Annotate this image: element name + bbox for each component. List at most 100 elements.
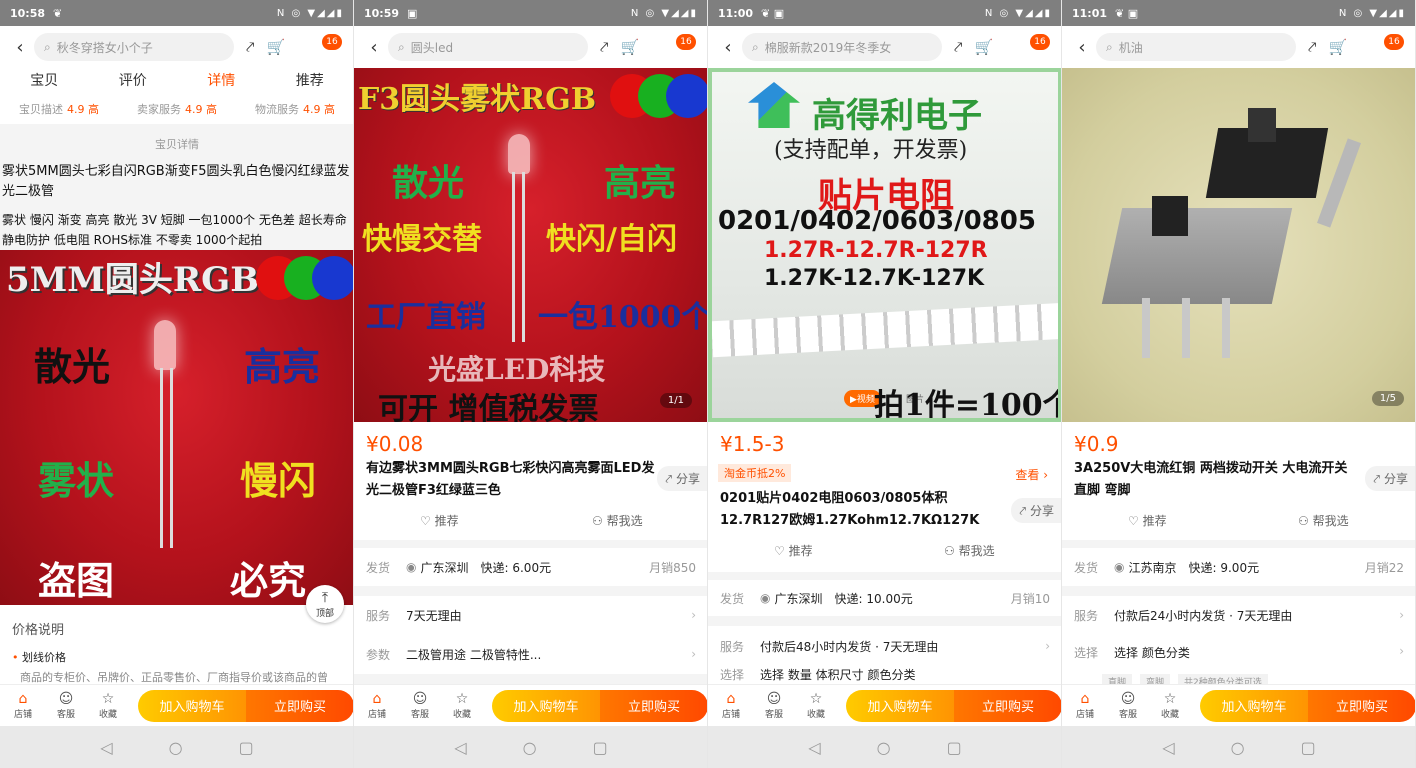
back-icon[interactable]: ‹ bbox=[6, 37, 34, 58]
location-icon: ◉ bbox=[406, 560, 417, 574]
add-to-cart-button[interactable]: 加入购物车 bbox=[846, 689, 954, 722]
shop-button[interactable]: ⌂ 店铺 bbox=[1062, 691, 1108, 720]
cart-icon[interactable]: 🛒 bbox=[266, 38, 285, 56]
help-me-choose-button[interactable]: ⚇ 帮我选 bbox=[592, 512, 643, 529]
nav-back-icon[interactable]: ◁ bbox=[100, 738, 112, 757]
help-me-choose-button[interactable]: ⚇ 帮我选 bbox=[944, 542, 995, 559]
shop-button[interactable]: ⌂ 店铺 bbox=[0, 691, 46, 720]
service-button[interactable]: ☺ 客服 bbox=[46, 691, 86, 720]
status-bar: 11:01 ❦ ▣ N ◎ ▼◢◢▮ bbox=[1062, 0, 1415, 26]
buy-now-button[interactable]: 立即购买 bbox=[1308, 689, 1415, 722]
image-text: 0201/0402/0603/0805 bbox=[718, 206, 1036, 236]
star-icon: ☆ bbox=[1163, 691, 1177, 707]
nav-home-icon[interactable]: ○ bbox=[1231, 738, 1245, 757]
favorite-button[interactable]: ☆ 收藏 bbox=[86, 691, 130, 720]
service-button[interactable]: ☺ 客服 bbox=[754, 691, 794, 720]
nav-recents-icon[interactable]: ▢ bbox=[947, 738, 962, 757]
shop-button[interactable]: ⌂ 店铺 bbox=[708, 691, 754, 720]
shop-button[interactable]: ⌂ 店铺 bbox=[354, 691, 400, 720]
favorite-button[interactable]: ☆ 收藏 bbox=[440, 691, 484, 720]
tab-reviews[interactable]: 评价 bbox=[119, 68, 147, 94]
thumb-icon: ♡ bbox=[774, 544, 785, 558]
select-row[interactable]: 选择 选择 数量 体积尺寸 颜色分类 bbox=[708, 666, 1061, 684]
buy-now-button[interactable]: 立即购买 bbox=[954, 689, 1061, 722]
image-text: 5MM圆头RGB bbox=[6, 260, 259, 300]
add-to-cart-button[interactable]: 加入购物车 bbox=[138, 689, 246, 722]
led-bulb bbox=[508, 134, 530, 174]
product-image[interactable]: F3圆头雾状RGB 散光 高亮 快慢交替 快闪/自闪 工厂直销 一包1000个 … bbox=[354, 68, 707, 422]
price-note-item: • 划线价格 bbox=[12, 649, 66, 665]
back-icon[interactable]: ‹ bbox=[714, 37, 742, 58]
select-row[interactable]: 选择 选择 颜色分类 › 直脚 弯脚 共2种颜色分类可选 bbox=[1062, 634, 1415, 689]
store-icon: ⌂ bbox=[18, 691, 28, 707]
service-row[interactable]: 服务 付款后24小时内发货 · 7天无理由 › bbox=[1062, 596, 1415, 634]
nav-home-icon[interactable]: ○ bbox=[523, 738, 537, 757]
product-image[interactable]: 5MM圆头RGB 散光 高亮 雾状 慢闪 盗图 必究 bbox=[0, 250, 353, 605]
video-label: 视频 bbox=[856, 395, 875, 405]
recommend-button[interactable]: ♡ 推荐 bbox=[420, 512, 459, 529]
share-button[interactable]: ⤤ 分享 bbox=[1011, 498, 1061, 523]
service-row[interactable]: 服务 7天无理由 › bbox=[354, 596, 707, 634]
shipping-row[interactable]: 发货 ◉ 广东深圳 快递: 10.00元 月销10 bbox=[708, 580, 1061, 616]
select-label: 选择 bbox=[1074, 646, 1099, 660]
rating-desc: 宝贝描述 4.9 高 bbox=[19, 101, 99, 117]
product-image[interactable]: 高得利电子 (支持配单，开发票) 贴片电阻 0201/0402/0603/080… bbox=[708, 68, 1062, 422]
product-image[interactable]: 1/5 bbox=[1062, 68, 1415, 422]
back-icon[interactable]: ‹ bbox=[1068, 37, 1096, 58]
led-leg bbox=[522, 172, 525, 342]
back-to-top-button[interactable]: ⤒ 顶部 bbox=[306, 585, 344, 623]
help-me-choose-button[interactable]: ⚇ 帮我选 bbox=[1298, 512, 1349, 529]
cart-icon[interactable]: 🛒 bbox=[1328, 38, 1347, 56]
tab-recommend[interactable]: 推荐 bbox=[296, 68, 324, 94]
add-to-cart-button[interactable]: 加入购物车 bbox=[492, 689, 600, 722]
add-to-cart-button[interactable]: 加入购物车 bbox=[1200, 689, 1308, 722]
nav-home-icon[interactable]: ○ bbox=[877, 738, 891, 757]
search-input[interactable]: ⌕ 棉服新款2019年冬季女 bbox=[742, 33, 942, 61]
monthly-sales: 月销10 bbox=[1010, 591, 1050, 606]
image-text: 快闪/自闪 bbox=[546, 222, 677, 257]
cart-icon[interactable]: 🛒 bbox=[620, 38, 639, 56]
shipping-row[interactable]: 发货 ◉ 广东深圳 快递: 6.00元 月销850 bbox=[354, 548, 707, 586]
nav-recents-icon[interactable]: ▢ bbox=[593, 738, 608, 757]
nav-back-icon[interactable]: ◁ bbox=[454, 738, 466, 757]
nav-recents-icon[interactable]: ▢ bbox=[1301, 738, 1316, 757]
recommend-button[interactable]: ♡ 推荐 bbox=[774, 542, 813, 559]
search-input[interactable]: ⌕ 机油 bbox=[1096, 33, 1296, 61]
params-label: 参数 bbox=[366, 647, 391, 662]
coupon-link[interactable]: 查看 › bbox=[1015, 466, 1048, 483]
share-icon[interactable]: ⤤ bbox=[600, 38, 608, 56]
ship-fee: 快递: 6.00元 bbox=[480, 560, 552, 575]
search-input[interactable]: ⌕ 圆头led bbox=[388, 33, 588, 61]
chevron-right-icon: › bbox=[1399, 608, 1404, 622]
cart-icon[interactable]: 🛒 bbox=[974, 38, 993, 56]
share-icon[interactable]: ⤤ bbox=[954, 38, 962, 56]
service-button[interactable]: ☺ 客服 bbox=[1108, 691, 1148, 720]
service-button[interactable]: ☺ 客服 bbox=[400, 691, 440, 720]
buy-now-button[interactable]: 立即购买 bbox=[600, 689, 707, 722]
share-button[interactable]: ⤤ 分享 bbox=[657, 466, 707, 491]
tab-item[interactable]: 宝贝 bbox=[30, 68, 58, 94]
shipping-row[interactable]: 发货 ◉ 江苏南京 快递: 9.00元 月销22 bbox=[1062, 548, 1415, 586]
back-icon[interactable]: ‹ bbox=[360, 37, 388, 58]
service-row[interactable]: 服务 付款后48小时内发货 · 7天无理由 › bbox=[708, 626, 1061, 666]
share-button[interactable]: ⤤ 分享 bbox=[1365, 466, 1415, 491]
image-text: 拍1件=100个 bbox=[874, 388, 1062, 422]
favorite-label: 收藏 bbox=[1160, 710, 1179, 720]
tab-details[interactable]: 详情 bbox=[207, 68, 235, 96]
nav-home-icon[interactable]: ○ bbox=[169, 738, 183, 757]
buy-now-button[interactable]: 立即购买 bbox=[246, 689, 353, 722]
favorite-button[interactable]: ☆ 收藏 bbox=[1148, 691, 1192, 720]
search-input[interactable]: ⌕ 秋冬穿搭女小个子 bbox=[34, 33, 234, 61]
image-text: 高亮 bbox=[244, 344, 321, 389]
nav-back-icon[interactable]: ◁ bbox=[808, 738, 820, 757]
share-icon[interactable]: ⤤ bbox=[1308, 38, 1316, 56]
image-text: 高亮 bbox=[604, 162, 677, 204]
params-row[interactable]: 参数 二极管用途 二极管特性... › bbox=[354, 634, 707, 674]
favorite-label: 收藏 bbox=[806, 710, 825, 720]
nav-recents-icon[interactable]: ▢ bbox=[239, 738, 254, 757]
switch-leg bbox=[1222, 298, 1230, 358]
recommend-button[interactable]: ♡ 推荐 bbox=[1128, 512, 1167, 529]
share-icon[interactable]: ⤤ bbox=[246, 38, 254, 56]
nav-back-icon[interactable]: ◁ bbox=[1162, 738, 1174, 757]
favorite-button[interactable]: ☆ 收藏 bbox=[794, 691, 838, 720]
